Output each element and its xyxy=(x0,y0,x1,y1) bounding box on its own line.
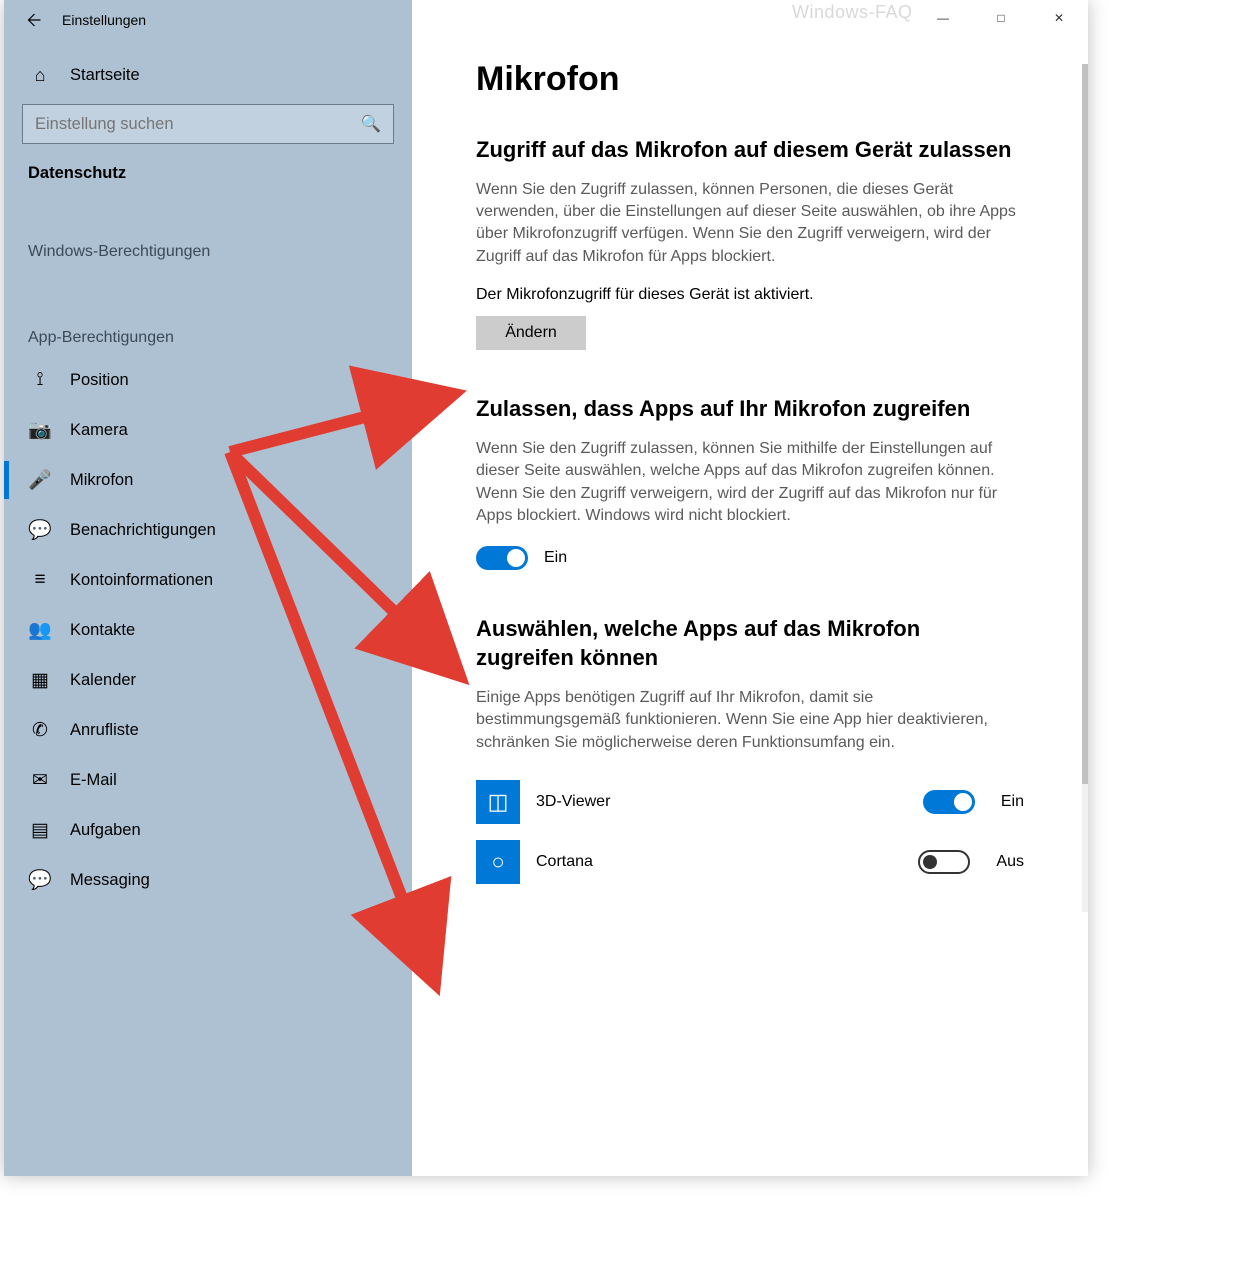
search-icon: 🔍 xyxy=(360,114,381,134)
back-button[interactable] xyxy=(12,0,54,40)
change-button[interactable]: Ändern xyxy=(476,316,586,350)
sidebar-item-label: Kalender xyxy=(70,671,136,690)
app-row-3d-viewer: ◫ 3D-Viewer Ein xyxy=(476,772,1024,832)
e-mail-icon: ✉ xyxy=(28,769,52,792)
section1-status: Der Mikrofonzugriff für dieses Gerät ist… xyxy=(476,286,1024,304)
sidebar-item-benachrichtigungen[interactable]: 💬 Benachrichtigungen xyxy=(22,505,394,555)
aufgaben-icon: ▤ xyxy=(28,819,52,842)
kamera-icon: 📷 xyxy=(28,418,52,442)
app-row-cortana: ○ Cortana Aus xyxy=(476,832,1024,892)
app-icon: ◫ xyxy=(476,780,520,824)
settings-window: Einstellungen ⌂ Startseite 🔍 Datenschutz… xyxy=(4,0,1088,1176)
back-arrow-icon xyxy=(24,11,42,29)
sidebar-category: Datenschutz xyxy=(22,158,394,191)
sidebar-item-label: Anrufliste xyxy=(70,721,139,740)
main-content: Windows-FAQ ― □ ✕ Mikrofon Zugriff auf d… xyxy=(412,0,1088,1176)
messaging-icon: 💬 xyxy=(28,868,52,892)
section1-heading: Zugriff auf das Mikrofon auf diesem Gerä… xyxy=(476,135,1016,165)
section1-paragraph: Wenn Sie den Zugriff zulassen, können Pe… xyxy=(476,179,1016,269)
sidebar-home-label: Startseite xyxy=(70,66,140,85)
sidebar-item-position[interactable]: ⟟ Position xyxy=(22,355,394,405)
kontakte-icon: 👥 xyxy=(28,618,52,642)
search-box[interactable]: 🔍 xyxy=(22,104,394,144)
anrufliste-icon: ✆ xyxy=(28,719,52,742)
group-app-permissions: App-Berechtigungen xyxy=(22,313,394,355)
search-input[interactable] xyxy=(35,115,312,134)
sidebar-item-aufgaben[interactable]: ▤ Aufgaben xyxy=(22,805,394,855)
sidebar-item-label: Kamera xyxy=(70,421,128,440)
mikrofon-icon: 🎤 xyxy=(28,468,52,492)
sidebar-item-mikrofon[interactable]: 🎤 Mikrofon xyxy=(22,455,394,505)
sidebar-item-label: Messaging xyxy=(70,871,150,890)
app-name: Cortana xyxy=(536,853,902,871)
sidebar-item-label: E-Mail xyxy=(70,771,117,790)
home-icon: ⌂ xyxy=(28,65,52,86)
section2-heading: Zulassen, dass Apps auf Ihr Mikrofon zug… xyxy=(476,394,1016,424)
scrollbar-thumb[interactable] xyxy=(1082,64,1088,784)
sidebar: Einstellungen ⌂ Startseite 🔍 Datenschutz… xyxy=(4,0,412,1176)
sidebar-item-label: Benachrichtigungen xyxy=(70,521,216,540)
sidebar-item-e-mail[interactable]: ✉ E-Mail xyxy=(22,755,394,805)
app-toggle-label: Aus xyxy=(996,853,1024,871)
section3-heading: Auswählen, welche Apps auf das Mikrofon … xyxy=(476,614,1016,673)
sidebar-item-messaging[interactable]: 💬 Messaging xyxy=(22,855,394,905)
sidebar-item-anrufliste[interactable]: ✆ Anrufliste xyxy=(22,705,394,755)
sidebar-item-label: Kontoinformationen xyxy=(70,571,213,590)
sidebar-item-kalender[interactable]: ▦ Kalender xyxy=(22,655,394,705)
page-title: Mikrofon xyxy=(476,60,1024,99)
sidebar-item-kontoinformationen[interactable]: ≡ Kontoinformationen xyxy=(22,555,394,605)
sidebar-home[interactable]: ⌂ Startseite xyxy=(22,50,394,100)
app-toggle-label: Ein xyxy=(1001,793,1024,811)
sidebar-item-kontakte[interactable]: 👥 Kontakte xyxy=(22,605,394,655)
app-toggle[interactable] xyxy=(918,850,970,874)
position-icon: ⟟ xyxy=(28,369,52,391)
apps-access-toggle-label: Ein xyxy=(544,549,567,567)
sidebar-item-label: Position xyxy=(70,371,129,390)
section3-paragraph: Einige Apps benötigen Zugriff auf Ihr Mi… xyxy=(476,687,1016,754)
titlebar: Einstellungen xyxy=(4,0,412,40)
kontoinformationen-icon: ≡ xyxy=(28,569,52,591)
section2-paragraph: Wenn Sie den Zugriff zulassen, können Si… xyxy=(476,438,1016,528)
sidebar-item-label: Aufgaben xyxy=(70,821,141,840)
app-toggle[interactable] xyxy=(923,790,975,814)
group-windows-permissions: Windows-Berechtigungen xyxy=(22,227,394,269)
app-title: Einstellungen xyxy=(62,12,146,28)
kalender-icon: ▦ xyxy=(28,669,52,692)
benachrichtigungen-icon: 💬 xyxy=(28,518,52,542)
sidebar-item-label: Mikrofon xyxy=(70,471,133,490)
app-icon: ○ xyxy=(476,840,520,884)
sidebar-item-label: Kontakte xyxy=(70,621,135,640)
apps-access-toggle[interactable] xyxy=(476,546,528,570)
sidebar-item-kamera[interactable]: 📷 Kamera xyxy=(22,405,394,455)
app-name: 3D-Viewer xyxy=(536,793,907,811)
